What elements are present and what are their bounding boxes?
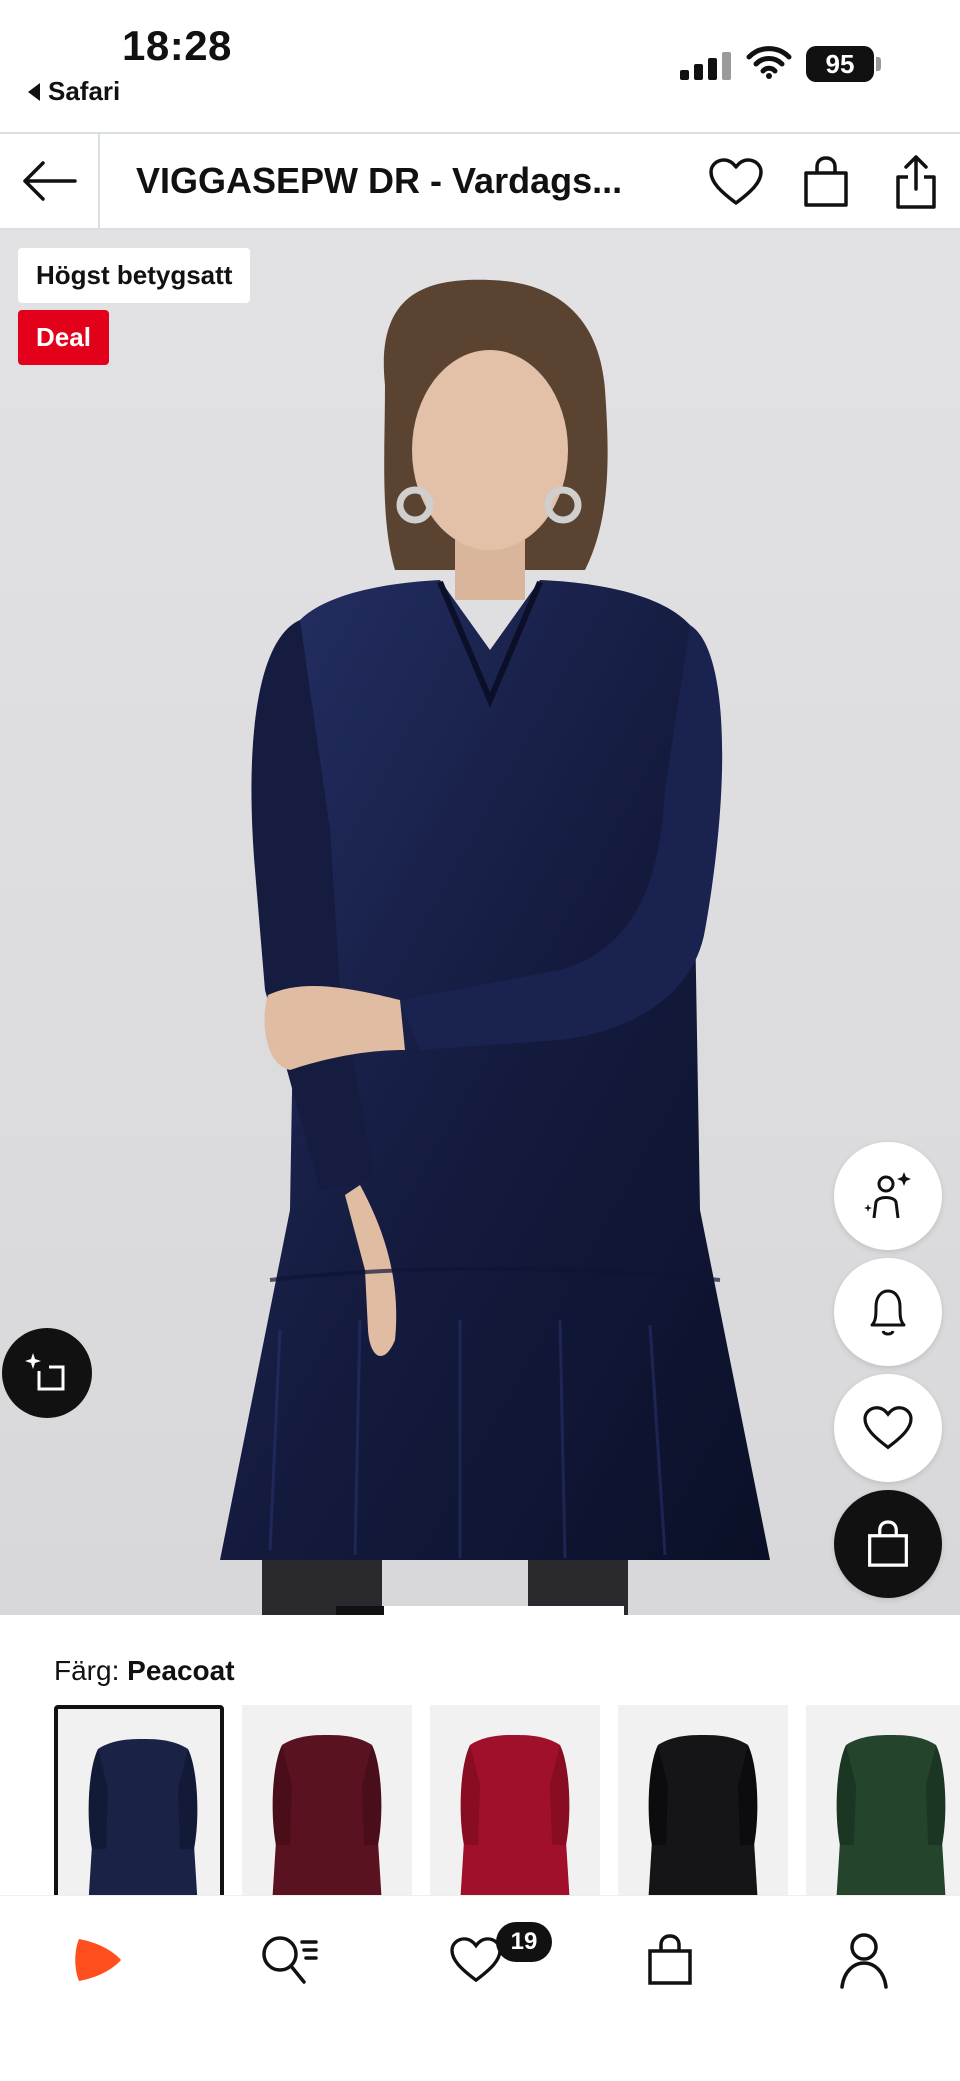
- battery-tip: [876, 57, 881, 71]
- color-selector: Färg: Peacoat: [0, 1615, 960, 1895]
- virtual-try-on-button[interactable]: [2, 1328, 92, 1418]
- tab-cart[interactable]: [630, 1920, 710, 2000]
- battery-indicator: 95: [806, 46, 874, 82]
- product-image[interactable]: Högst betygsatt Deal: [0, 230, 960, 1615]
- bag-icon: [868, 1520, 908, 1567]
- wishlist-float-button[interactable]: [834, 1374, 942, 1482]
- deal-badge: Deal: [18, 310, 109, 365]
- cellular-signal-icon: [680, 50, 731, 80]
- color-label: Färg: Peacoat: [54, 1655, 235, 1687]
- selected-color-name: Peacoat: [127, 1655, 235, 1686]
- color-label-prefix: Färg:: [54, 1655, 120, 1686]
- sparkle-crop-icon: [25, 1353, 65, 1391]
- dress-thumbnail: [88, 1739, 198, 1895]
- styling-suggestions-button[interactable]: [834, 1142, 942, 1250]
- top-rated-badge: Högst betygsatt: [18, 248, 251, 303]
- image-indicator-track: [384, 1606, 624, 1615]
- color-swatch-list: [54, 1705, 960, 1895]
- arrow-left-icon: [23, 161, 77, 201]
- heart-icon: [863, 1406, 913, 1450]
- back-to-safari[interactable]: Safari: [28, 76, 120, 107]
- bell-icon: [870, 1289, 906, 1336]
- share-icon: [896, 155, 936, 209]
- wishlist-count-badge: 19: [496, 1922, 552, 1962]
- color-swatch-red[interactable]: [430, 1705, 600, 1895]
- status-bar: 18:28 Safari 95: [0, 0, 960, 132]
- heart-icon: [450, 1937, 502, 1983]
- back-triangle-icon: [28, 82, 40, 101]
- heart-icon: [709, 158, 763, 205]
- add-to-cart-button[interactable]: [834, 1490, 942, 1598]
- tab-search[interactable]: [248, 1920, 328, 2000]
- dress-thumbnail: [460, 1735, 570, 1895]
- bottom-tab-bar: 19: [0, 1895, 960, 2081]
- user-icon: [840, 1933, 888, 1989]
- color-swatch-burgundy[interactable]: [242, 1705, 412, 1895]
- clock: 18:28: [122, 22, 232, 69]
- model-illustration: [220, 279, 770, 1615]
- color-swatch-peacoat[interactable]: [54, 1705, 224, 1895]
- back-button[interactable]: [0, 134, 100, 228]
- page-title: VIGGASEPW DR - Vardags...: [136, 160, 623, 201]
- cart-button[interactable]: [796, 152, 856, 212]
- back-app-label: Safari: [48, 76, 121, 106]
- tab-home[interactable]: [58, 1920, 138, 2000]
- dress-thumbnail: [648, 1735, 758, 1895]
- tab-profile[interactable]: [824, 1920, 904, 2000]
- bag-icon: [804, 156, 848, 207]
- share-button[interactable]: [886, 152, 946, 212]
- bag-icon: [648, 1934, 692, 1985]
- top-nav-bar: VIGGASEPW DR - Vardags...: [0, 132, 960, 230]
- dress-thumbnail: [836, 1735, 946, 1895]
- price-alert-button[interactable]: [834, 1258, 942, 1366]
- color-swatch-black[interactable]: [618, 1705, 788, 1895]
- search-icon: [262, 1936, 318, 1984]
- color-swatch-green[interactable]: [806, 1705, 960, 1895]
- wifi-icon: [746, 46, 792, 79]
- sparkle-person-icon: [864, 1172, 911, 1219]
- wishlist-button[interactable]: [706, 152, 766, 212]
- dress-thumbnail: [272, 1735, 382, 1895]
- image-indicator-active: [336, 1606, 384, 1615]
- zalando-logo-icon: [75, 1939, 121, 1981]
